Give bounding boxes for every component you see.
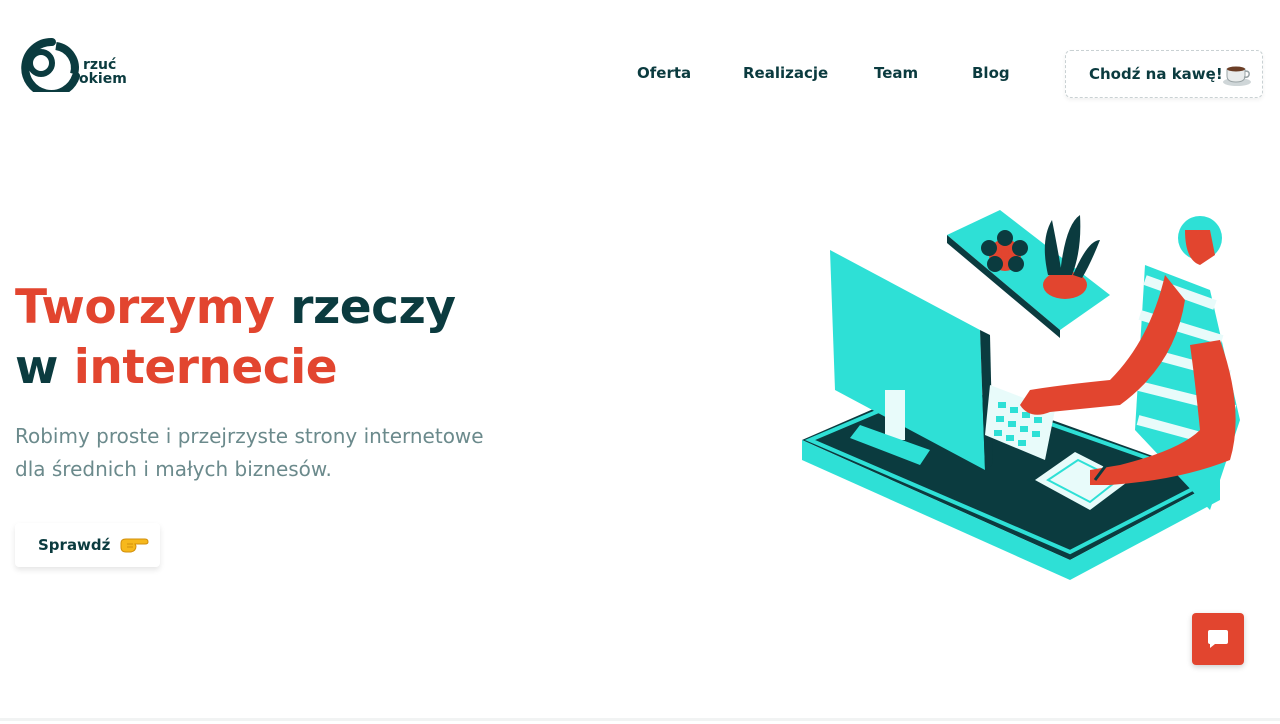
coffee-cta-button[interactable]: Chodź na kawę! — [1065, 50, 1263, 98]
check-button-label: Sprawdź — [38, 536, 111, 554]
shelf — [947, 210, 1110, 338]
chat-button[interactable] — [1192, 613, 1244, 665]
check-button[interactable]: Sprawdź — [15, 523, 160, 567]
hero-title-word-3: w — [15, 340, 58, 395]
nav-item-realizacje[interactable]: Realizacje — [743, 64, 828, 84]
logo-line-1: rzuć — [83, 57, 117, 73]
logo-text: rzuć okiem — [79, 57, 127, 86]
hero-title-word-1: Tworzymy — [15, 280, 275, 335]
coffee-cup-icon — [1223, 66, 1251, 86]
nav-item-oferta[interactable]: Oferta — [637, 64, 691, 84]
pointing-hand-icon — [120, 538, 149, 553]
logo-line-2: okiem — [79, 71, 127, 87]
nav-item-blog[interactable]: Blog — [972, 64, 1010, 84]
hero-title-word-2: rzeczy — [290, 280, 456, 335]
hero-subtitle-line-2: dla średnich i małych biznesów. — [15, 457, 332, 481]
section-divider — [0, 718, 1280, 721]
chat-bubble-icon — [1208, 630, 1228, 648]
hero-illustration — [802, 210, 1240, 580]
coffee-cta-label: Chodź na kawę! — [1089, 65, 1223, 83]
nav-item-team[interactable]: Team — [874, 64, 918, 84]
hero-title: Tworzymy rzeczy w internecie — [15, 278, 615, 398]
hero-subtitle-line-1: Robimy proste i przejrzyste strony inter… — [15, 424, 484, 448]
logo-spiral-icon — [21, 37, 80, 98]
hero-title-word-4: internecie — [73, 340, 338, 395]
logo[interactable]: rzuć okiem — [14, 34, 134, 98]
hero-subtitle: Robimy proste i przejrzyste strony inter… — [15, 420, 535, 486]
